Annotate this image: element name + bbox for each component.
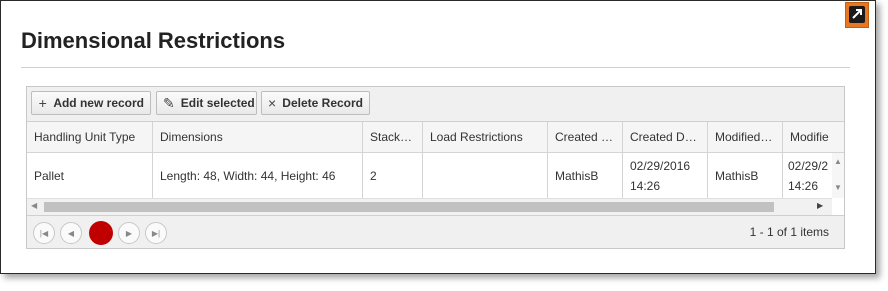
column-header-created-date[interactable]: Created D… (623, 122, 708, 152)
next-page-button[interactable]: ▶ (118, 222, 140, 244)
pager-info: 1 - 1 of 1 items (749, 225, 829, 239)
cell-stackable: 2 (363, 153, 423, 198)
cell-modified-date: 02/29/2 14:26 (788, 158, 829, 193)
first-page-icon: |◀ (39, 228, 49, 238)
cell-load-restrictions (423, 153, 548, 198)
table-row[interactable]: Pallet Length: 48, Width: 44, Height: 46… (27, 153, 832, 199)
arrow-icon (852, 9, 862, 19)
edit-selected-button[interactable]: ✎ Edit selected (156, 91, 257, 115)
edit-selected-label: Edit selected (180, 96, 255, 110)
page-title: Dimensional Restrictions (21, 28, 286, 53)
vertical-scrollbar[interactable]: ▲ ▼ (832, 153, 844, 198)
popout-button[interactable] (845, 2, 869, 28)
grid-toolbar: + Add new record ✎ Edit selected × Delet… (27, 87, 844, 122)
horizontal-scrollbar[interactable]: ◀ ▶ (27, 198, 832, 215)
grid-header: Handling Unit Type Dimensions Stack… Loa… (27, 122, 844, 153)
column-header-modified-date[interactable]: Modifie (783, 122, 844, 152)
records-grid: + Add new record ✎ Edit selected × Delet… (26, 86, 845, 249)
grid-pager: |◀ ◀ 1 ▶ ▶| 1 - 1 of 1 items (27, 215, 844, 248)
column-header-modified-by[interactable]: Modified… (708, 122, 783, 152)
current-page-button[interactable]: 1 (89, 221, 113, 245)
add-new-record-button[interactable]: + Add new record (31, 91, 151, 115)
current-page-number: 1 (97, 226, 105, 240)
previous-page-icon: ◀ (67, 228, 75, 238)
column-header-handling-unit-type[interactable]: Handling Unit Type (27, 122, 153, 152)
scroll-down-icon[interactable]: ▼ (834, 183, 842, 192)
scroll-left-icon[interactable]: ◀ (31, 201, 37, 210)
plus-icon: + (38, 95, 47, 111)
scroll-right-icon[interactable]: ▶ (817, 201, 823, 210)
delete-record-button[interactable]: × Delete Record (261, 91, 370, 115)
previous-page-button[interactable]: ◀ (60, 222, 82, 244)
pencil-icon: ✎ (163, 94, 175, 111)
first-page-button[interactable]: |◀ (33, 222, 55, 244)
last-page-icon: ▶| (151, 228, 161, 238)
next-page-icon: ▶ (125, 228, 133, 238)
scroll-up-icon[interactable]: ▲ (834, 157, 842, 166)
column-header-stackable[interactable]: Stack… (363, 122, 423, 152)
cell-handling-unit-type: Pallet (27, 153, 153, 198)
delete-record-label: Delete Record (282, 96, 363, 110)
horizontal-scroll-thumb[interactable] (44, 202, 774, 212)
column-header-dimensions[interactable]: Dimensions (153, 122, 363, 152)
cell-created-date: 02/29/2016 14:26 (623, 153, 708, 198)
add-new-record-label: Add new record (53, 96, 144, 110)
title-divider (21, 67, 850, 68)
cell-dimensions: Length: 48, Width: 44, Height: 46 (153, 153, 363, 198)
cell-created-by: MathisB (548, 153, 623, 198)
cell-modified-by: MathisB (708, 153, 783, 198)
last-page-button[interactable]: ▶| (145, 222, 167, 244)
column-header-load-restrictions[interactable]: Load Restrictions (423, 122, 548, 152)
x-icon: × (268, 95, 277, 111)
column-header-created-by[interactable]: Created … (548, 122, 623, 152)
